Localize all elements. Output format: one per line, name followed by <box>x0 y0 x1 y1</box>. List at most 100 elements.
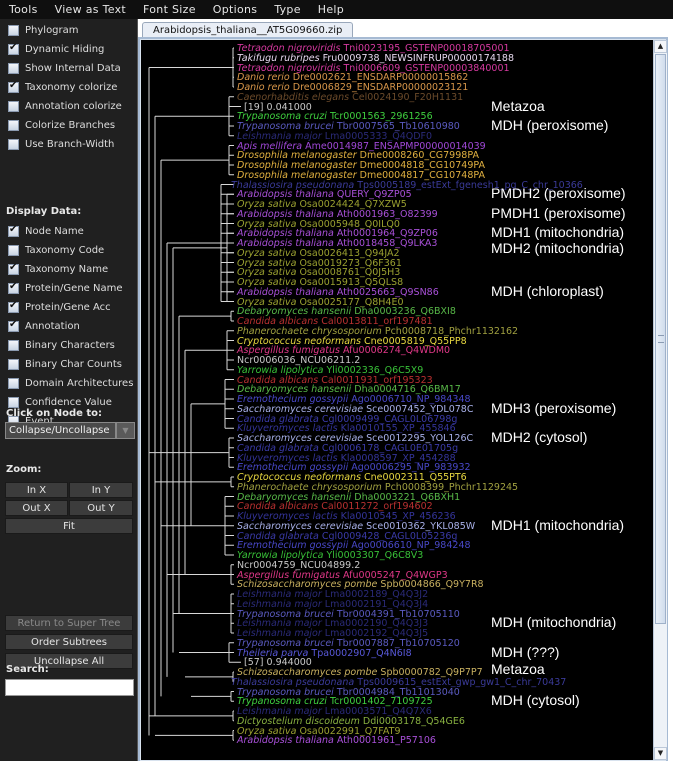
grip-icon <box>658 335 664 343</box>
tree-view[interactable]: Tetraodon nigroviridis Tni0023195_GSTENP… <box>141 40 653 760</box>
checkbox-binary-char-counts[interactable]: Binary Char Counts <box>8 356 122 372</box>
annotation-label: MDH1 (mitochondria) <box>491 224 625 241</box>
checkbox-checked-icon[interactable] <box>8 80 19 93</box>
checkbox-binary-characters[interactable]: Binary Characters <box>8 337 115 353</box>
checkbox-unchecked-icon[interactable] <box>8 244 19 256</box>
checkbox-label: Colorize Branches <box>25 119 116 131</box>
annotation-label: MDH (chloroplast) <box>491 282 604 299</box>
checkbox-domain-architectures[interactable]: Domain Architectures <box>8 375 133 391</box>
checkbox-checked-icon[interactable] <box>8 224 19 237</box>
scroll-down-arrow-icon[interactable]: ▼ <box>654 747 667 760</box>
display-data-label: Display Data: <box>6 206 82 217</box>
tree-leaf[interactable]: Arabidopsis thaliana Ath0001961_P57106 <box>237 735 436 746</box>
control-panel: Phylogram Dynamic Hiding Show Internal Dat… <box>0 19 138 761</box>
checkbox-colorize-branches[interactable]: Colorize Branches <box>8 117 115 133</box>
checkbox-taxonomy-colorize[interactable]: Taxonomy colorize <box>8 79 117 95</box>
checkbox-checked-icon[interactable] <box>8 281 19 294</box>
chevron-down-icon[interactable]: ▼ <box>116 422 135 439</box>
annotation-label: Metazoa <box>491 661 545 678</box>
checkbox-label: Taxonomy colorize <box>25 81 118 93</box>
zoom-out-x-button[interactable]: Out X <box>5 500 68 516</box>
annotation-label: MDH (???) <box>491 643 560 660</box>
checkbox-label: Taxonomy Code <box>25 244 105 256</box>
menu-tools[interactable]: Tools <box>0 3 46 16</box>
leaf-id: Ath0001961_P57106 <box>336 735 436 747</box>
zoom-in-y-button[interactable]: In Y <box>69 482 133 498</box>
annotation-label: MDH (cytosol) <box>491 692 580 709</box>
annotation-label: PMDH2 (peroxisome) <box>491 185 626 202</box>
checkbox-unchecked-icon[interactable] <box>8 62 19 74</box>
leaf-id: Tpa0002907_Q4N6I8 <box>311 647 412 659</box>
menu-font-size[interactable]: Font Size <box>134 3 204 16</box>
checkbox-protein-gene-acc[interactable]: Protein/Gene Acc <box>8 299 111 315</box>
leaf-species: Arabidopsis thaliana <box>237 735 334 747</box>
checkbox-label: Binary Char Counts <box>25 358 122 370</box>
checkbox-label: Taxonomy Name <box>25 263 109 275</box>
vertical-scrollbar[interactable]: ▲ ▼ <box>653 40 667 760</box>
checkbox-label: Protein/Gene Acc <box>25 301 111 313</box>
annotation-label: MDH (mitochondria) <box>491 614 617 631</box>
checkbox-unchecked-icon[interactable] <box>8 377 19 389</box>
menu-options[interactable]: Options <box>204 3 266 16</box>
checkbox-dynamic-hiding[interactable]: Dynamic Hiding <box>8 41 104 57</box>
checkbox-checked-icon[interactable] <box>8 300 19 313</box>
checkbox-label: Phylogram <box>25 24 79 36</box>
annotation-label: MDH2 (cytosol) <box>491 429 588 445</box>
menu-bar: Tools View as Text Font Size Options Typ… <box>0 0 673 19</box>
checkbox-label: Protein/Gene Name <box>25 282 123 294</box>
checkbox-annotation[interactable]: Annotation <box>8 318 80 334</box>
annotation-label: MDH2 (mitochondria) <box>491 239 625 256</box>
checkbox-phylogram[interactable]: Phylogram <box>8 22 79 38</box>
checkbox-label: Annotation <box>25 320 80 332</box>
checkbox-label: Use Branch-Width <box>25 138 115 150</box>
checkbox-unchecked-icon[interactable] <box>8 138 19 150</box>
annotation-label: PMDH1 (peroxisome) <box>491 204 626 221</box>
order-subtrees-button[interactable]: Order Subtrees <box>5 634 133 650</box>
menu-help[interactable]: Help <box>309 3 352 16</box>
checkbox-unchecked-icon[interactable] <box>8 100 19 112</box>
scroll-up-arrow-icon[interactable]: ▲ <box>654 40 667 53</box>
annotation-label: Metazoa <box>491 97 545 114</box>
checkbox-taxonomy-name[interactable]: Taxonomy Name <box>8 261 108 277</box>
search-input[interactable] <box>5 679 134 696</box>
annotation-label: MDH3 (peroxisome) <box>491 399 617 416</box>
fit-button[interactable]: Fit <box>5 518 133 534</box>
checkbox-label: Annotation colorize <box>25 100 122 112</box>
click-on-node-select[interactable]: Collapse/Uncollapse <box>5 422 116 439</box>
zoom-in-x-button[interactable]: In X <box>5 482 68 498</box>
checkbox-taxonomy-code[interactable]: Taxonomy Code <box>8 242 104 258</box>
status-strip <box>0 761 673 773</box>
checkbox-label: Dynamic Hiding <box>25 43 105 55</box>
checkbox-label: Show Internal Data <box>25 62 121 74</box>
checkbox-unchecked-icon[interactable] <box>8 24 19 36</box>
click-on-node-label: Click on Node to: <box>6 408 103 419</box>
checkbox-unchecked-icon[interactable] <box>8 396 19 408</box>
checkbox-checked-icon[interactable] <box>8 262 19 275</box>
checkbox-label: Binary Characters <box>25 339 115 351</box>
menu-type[interactable]: Type <box>265 3 308 16</box>
zoom-label: Zoom: <box>6 464 42 475</box>
tab-tree-file[interactable]: Arabidopsis_thaliana__AT5G09660.zip <box>142 22 354 38</box>
leaf-id: Cel0024190_F20H1131 <box>352 91 464 103</box>
annotation-label: MDH1 (mitochondria) <box>491 516 625 533</box>
checkbox-checked-icon[interactable] <box>8 319 19 332</box>
checkbox-checked-icon[interactable] <box>8 42 19 55</box>
scrollbar-thumb[interactable] <box>655 54 666 624</box>
checkbox-node-name[interactable]: Node Name <box>8 223 84 239</box>
checkbox-unchecked-icon[interactable] <box>8 119 19 131</box>
checkbox-label: Node Name <box>25 225 84 237</box>
checkbox-label: Domain Architectures <box>25 377 134 389</box>
search-label: Search: <box>6 664 49 675</box>
return-to-super-tree-button[interactable]: Return to Super Tree <box>5 615 133 631</box>
checkbox-protein-gene-name[interactable]: Protein/Gene Name <box>8 280 123 296</box>
checkbox-use-branch-width[interactable]: Use Branch-Width <box>8 136 114 152</box>
checkbox-unchecked-icon[interactable] <box>8 358 19 370</box>
annotation-label: MDH (peroxisome) <box>491 117 609 133</box>
checkbox-unchecked-icon[interactable] <box>8 339 19 351</box>
zoom-out-y-button[interactable]: Out Y <box>69 500 133 516</box>
checkbox-annotation-colorize[interactable]: Annotation colorize <box>8 98 122 114</box>
checkbox-show-internal-data[interactable]: Show Internal Data <box>8 60 121 76</box>
checkbox-label: Confidence Value <box>25 396 112 408</box>
menu-view-as-text[interactable]: View as Text <box>46 3 134 16</box>
tab-bar: Arabidopsis_thaliana__AT5G09660.zip <box>138 19 673 38</box>
